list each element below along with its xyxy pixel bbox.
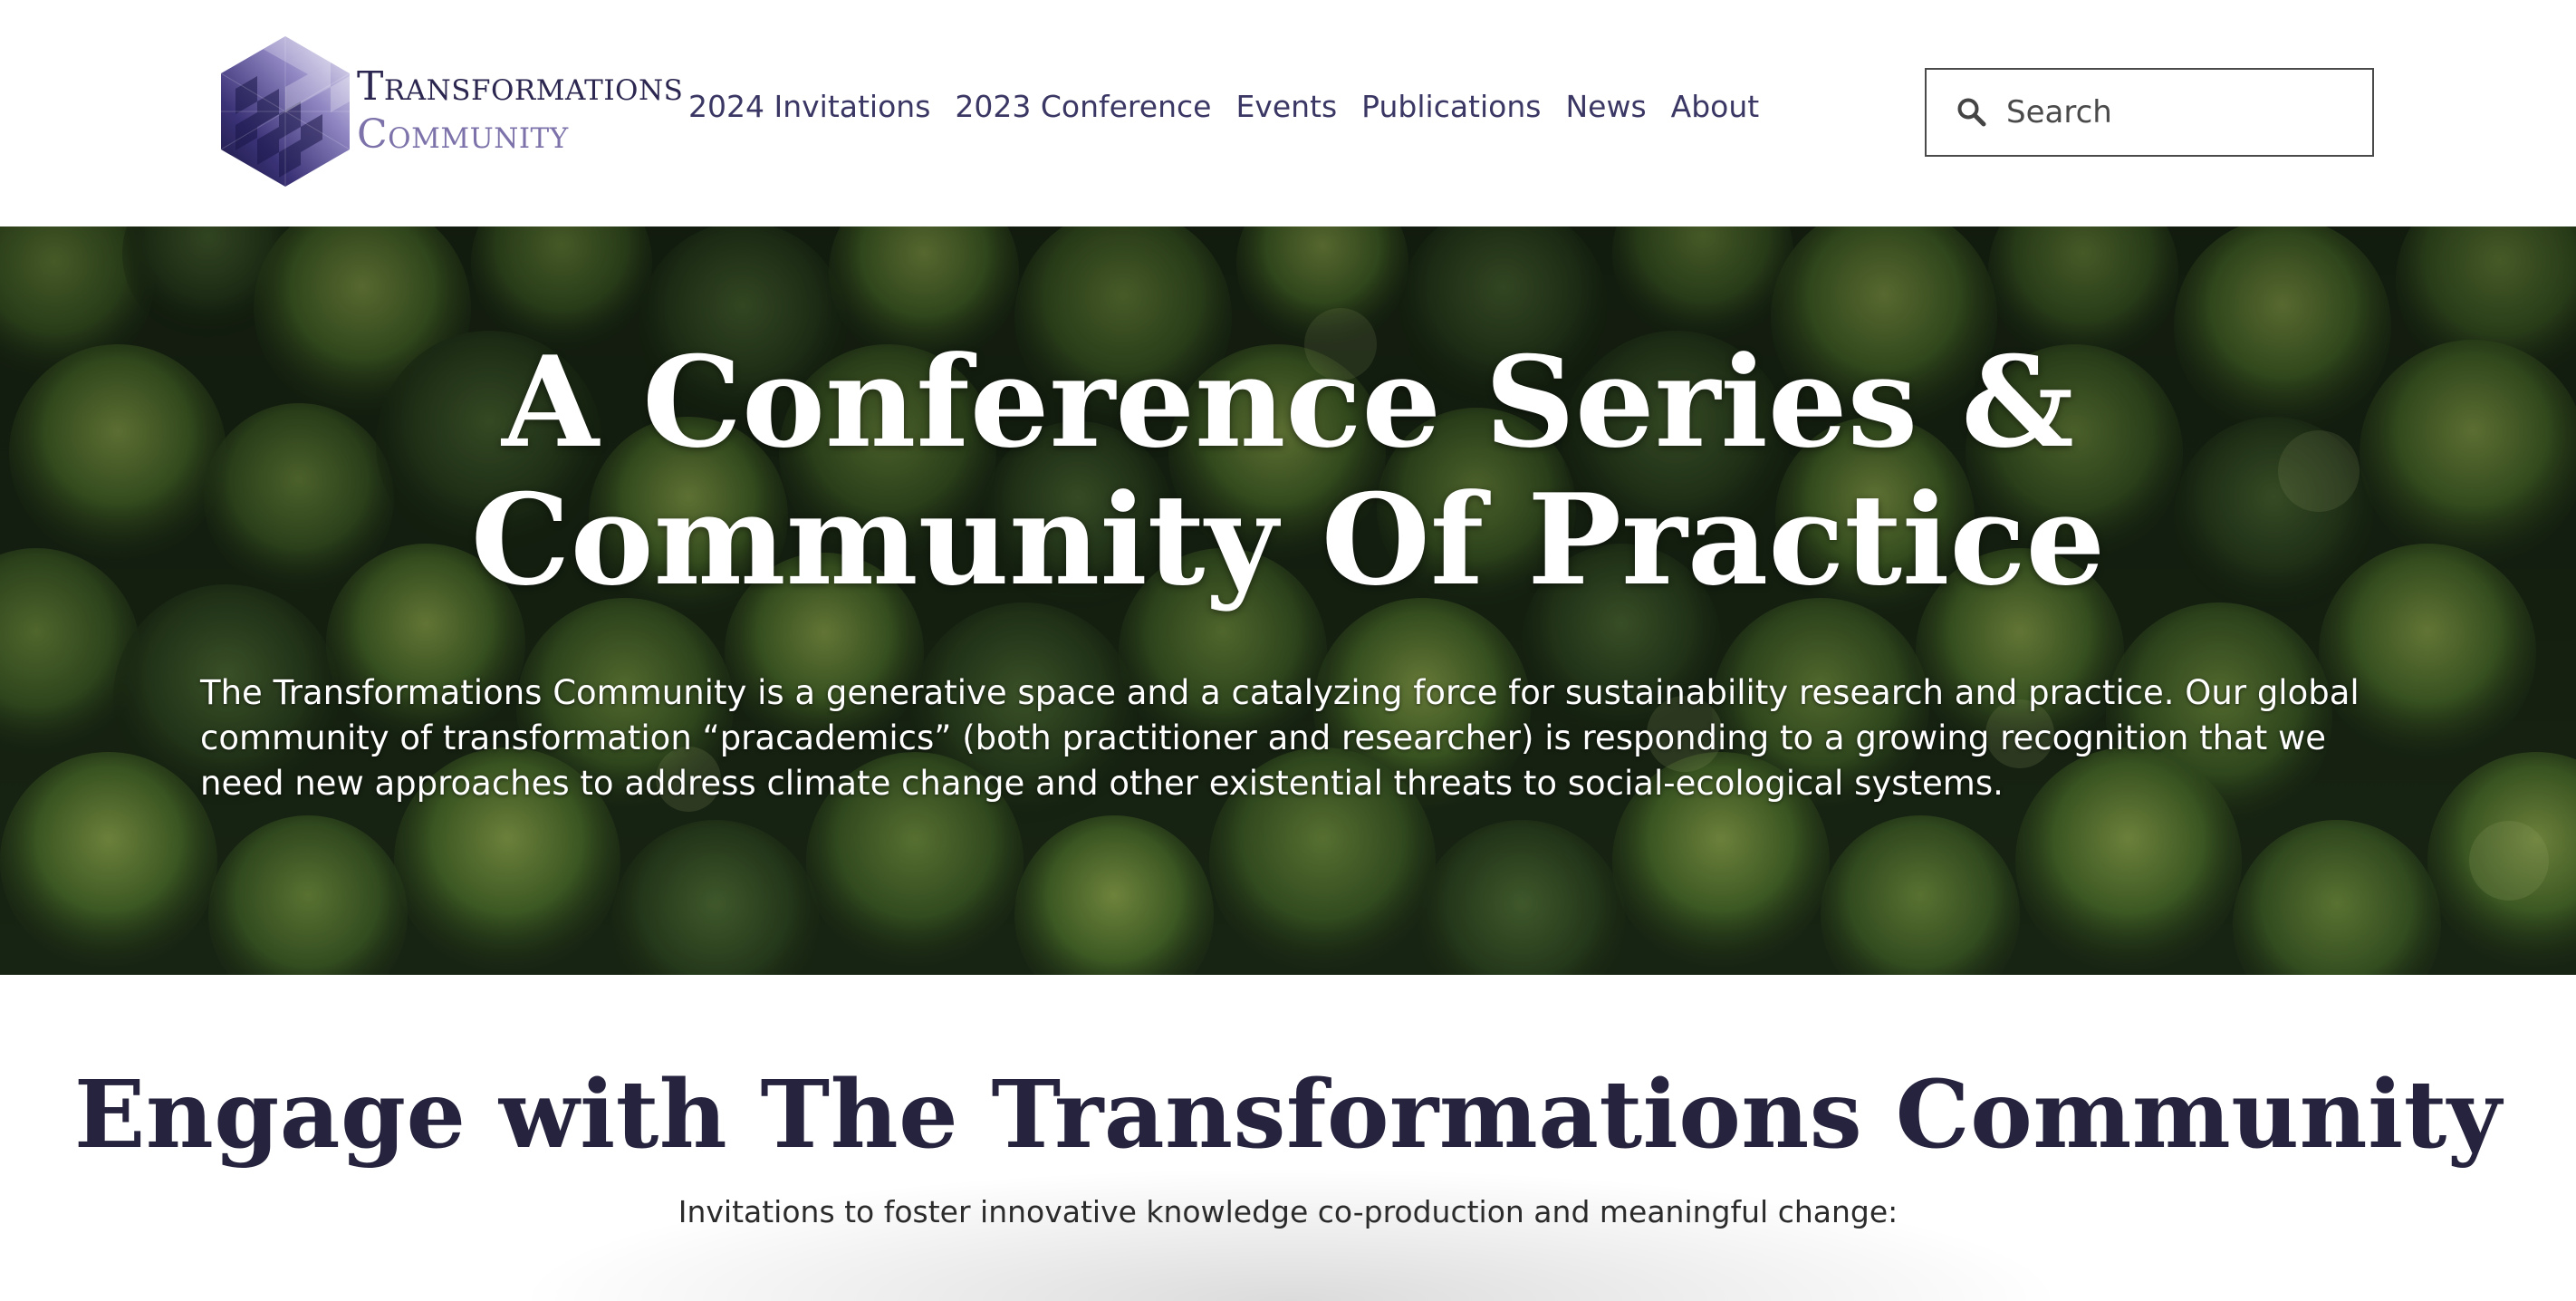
hero-intro-text: The Transformations Community is a gener… xyxy=(200,673,2360,803)
nav-item-2024-invitations[interactable]: 2024 Invitations xyxy=(688,89,930,124)
nav-item-publications[interactable]: Publications xyxy=(1361,89,1541,124)
hero-title-line-2: Community Of Practice xyxy=(470,466,2106,613)
hero-title: A Conference Series & Community Of Pract… xyxy=(0,333,2576,609)
engage-section: Engage with The Transformations Communit… xyxy=(0,975,2576,1301)
main-nav: 2024 Invitations 2023 Conference Events … xyxy=(688,89,1783,124)
hexagon-logo-icon xyxy=(221,36,350,187)
hero-banner: A Conference Series & Community Of Pract… xyxy=(0,226,2576,975)
search-icon[interactable] xyxy=(1956,96,1988,129)
nav-item-2023-conference[interactable]: 2023 Conference xyxy=(955,89,1211,124)
engage-heading: Engage with The Transformations Communit… xyxy=(73,1060,2503,1170)
nav-item-events[interactable]: Events xyxy=(1235,89,1337,124)
nav-item-about[interactable]: About xyxy=(1671,89,1760,124)
search-input[interactable] xyxy=(2006,94,2350,130)
logo-home-link[interactable]: Transformations Community xyxy=(217,34,683,188)
engage-subheading: Invitations to foster innovative knowled… xyxy=(678,1194,1898,1229)
hero-title-line-1: A Conference Series & xyxy=(502,328,2074,476)
logo-text-transformations: Transformations xyxy=(357,63,684,111)
logo-wordmark: Transformations Community xyxy=(357,63,683,159)
search-box[interactable] xyxy=(1925,68,2374,157)
site-header: Transformations Community 2024 Invitatio… xyxy=(0,0,2576,226)
nav-item-news[interactable]: News xyxy=(1565,89,1646,124)
logo-text-community: Community xyxy=(357,111,569,158)
